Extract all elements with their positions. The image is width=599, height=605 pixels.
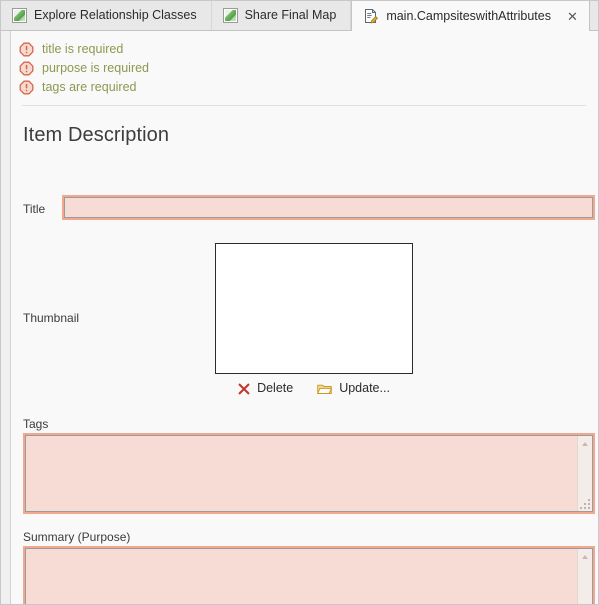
tab-strip: Explore Relationship Classes Share Final…: [1, 1, 598, 31]
map-layer-icon: [222, 8, 238, 23]
item-description-pane: title is required purpose is required ta…: [12, 32, 598, 604]
tab-label: Share Final Map: [244, 8, 337, 23]
error-icon: [19, 80, 34, 95]
item-description-window: Explore Relationship Classes Share Final…: [0, 0, 599, 605]
page-title: Item Description: [23, 124, 170, 146]
x-icon: [238, 383, 250, 395]
summary-label: Summary (Purpose): [23, 530, 131, 544]
tab-share-final-map[interactable]: Share Final Map: [211, 1, 352, 30]
tags-textarea[interactable]: [23, 433, 595, 514]
update-thumbnail-button[interactable]: Update...: [315, 381, 392, 396]
validation-message-text: title is required: [42, 42, 124, 57]
title-label: Title: [23, 202, 46, 216]
error-icon: [19, 61, 34, 76]
tags-textarea-inner: [25, 435, 593, 512]
tab-explore-relationship-classes[interactable]: Explore Relationship Classes: [1, 1, 212, 30]
title-input-inner: [64, 197, 593, 218]
summary-textarea-inner: [25, 548, 593, 604]
tab-label: main.CampsiteswithAttributes: [386, 8, 551, 23]
update-thumbnail-label: Update...: [339, 381, 390, 396]
delete-thumbnail-button[interactable]: Delete: [236, 381, 295, 396]
delete-thumbnail-label: Delete: [257, 381, 294, 396]
close-icon[interactable]: ✕: [564, 8, 581, 25]
resize-grip-icon[interactable]: [579, 498, 590, 509]
validation-message: tags are required: [19, 78, 149, 97]
map-layer-icon: [12, 8, 27, 23]
validation-message-text: purpose is required: [42, 61, 150, 76]
tab-main-campsiteswithattributes[interactable]: main.CampsiteswithAttributes ✕: [351, 1, 590, 31]
thumbnail-preview: [215, 243, 413, 374]
document-edit-icon: [363, 8, 379, 24]
validation-message: purpose is required: [19, 59, 149, 78]
validation-message-text: tags are required: [42, 80, 137, 95]
error-icon: [19, 42, 34, 57]
section-divider: [22, 105, 586, 106]
left-gutter-rail: [1, 31, 11, 604]
thumbnail-actions: Delete Update...: [215, 381, 413, 396]
folder-open-icon: [317, 382, 333, 395]
summary-scrollbar[interactable]: [577, 549, 592, 604]
tab-label: Explore Relationship Classes: [34, 8, 197, 23]
scroll-up-icon[interactable]: [582, 442, 588, 446]
title-input[interactable]: [62, 195, 595, 220]
summary-textarea[interactable]: [23, 546, 595, 604]
validation-message: title is required: [19, 40, 149, 59]
thumbnail-label: Thumbnail: [23, 311, 80, 325]
validation-message-list: title is required purpose is required ta…: [19, 40, 149, 97]
scroll-up-icon[interactable]: [582, 555, 588, 559]
tags-label: Tags: [23, 417, 49, 431]
